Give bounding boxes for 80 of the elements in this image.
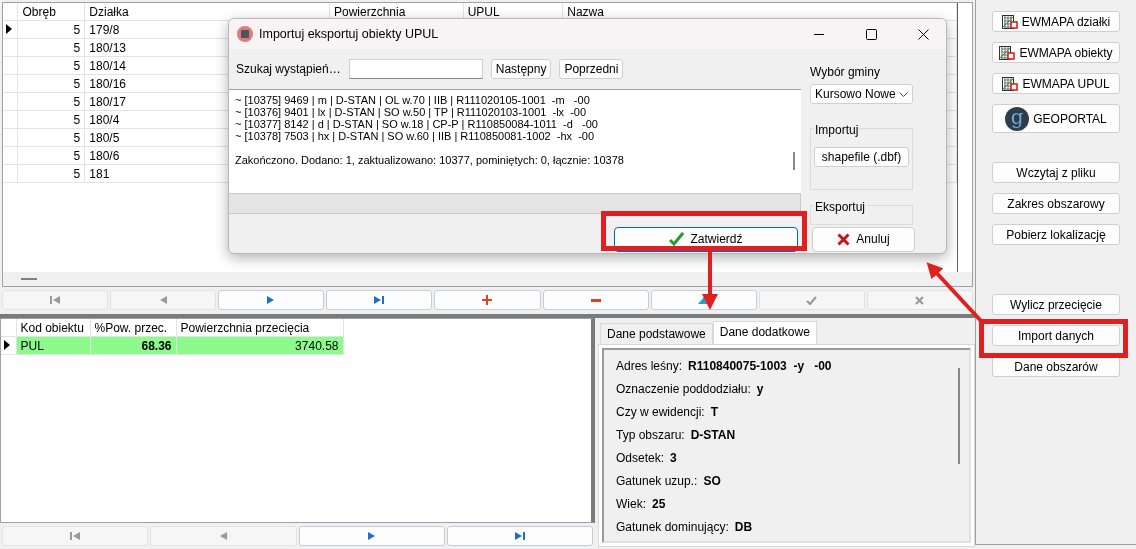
arrow [702,250,718,310]
field-value: R110840075-1003 -y -00 [688,358,832,373]
checkmark-icon [669,232,685,246]
side-button[interactable]: EWMAPA działki [992,11,1120,32]
field-label: Typ obszaru: [616,427,685,442]
last-record-button[interactable] [326,290,433,310]
import-shapefile-button[interactable]: shapefile (.dbf) [814,147,909,167]
side-button[interactable]: Wylicz przecięcie [992,294,1120,315]
minus-icon [590,298,601,302]
side-button[interactable]: Zakres obszarowy [992,193,1120,214]
triangle-icon [697,296,710,304]
edit-record-button[interactable] [650,290,757,310]
side-button[interactable]: g GEOPORTAL [992,104,1120,133]
column-header[interactable]: Kod obiektu [16,319,90,337]
field-label: Odsetek: [616,450,665,465]
tab[interactable]: Dane podstawowe [600,323,713,344]
field-value: T [710,404,719,419]
column-header[interactable]: %Pow. przec. [90,319,176,337]
column-header[interactable]: Powierzchnia przecięcia [176,319,343,337]
field-label: Oznaczenie poddodziału: [616,381,751,396]
map-grid-icon [999,45,1016,60]
previous-record-icon [159,295,168,305]
field-label: Gatunek uzup.: [616,473,698,488]
tab[interactable]: Dane dodatkowe [712,321,817,344]
current-row-icon [4,339,10,350]
scrollbar-thumb[interactable] [21,278,37,280]
field-value: y [756,381,764,396]
current-row-icon [6,23,12,34]
field-value: SO [703,473,721,488]
last-record-button[interactable] [446,526,593,546]
last-record-icon [374,295,385,305]
plus-icon [482,295,493,305]
close-icon [917,28,929,40]
field-label: Adres leśny: [616,358,683,373]
side-button[interactable]: Dane obszarów [992,356,1120,377]
previous-record-icon [219,531,228,541]
field-label: Gatunek dominujący: [616,519,729,534]
field-value: D-STAN [690,427,736,442]
next-record-icon [367,531,376,541]
search-nav-button[interactable]: Poprzedni [559,59,624,79]
group-title: Eksportuj [814,200,867,214]
side-button[interactable]: Import danych [992,325,1120,346]
field-label: Czy w ewidencji: [616,404,705,419]
field-value: DB [734,519,753,534]
maximize-icon [865,28,877,40]
municipality-label: Wybór gminy [810,65,881,79]
checkmark-icon [806,295,818,305]
cancel-button[interactable]: Anuluj [812,226,915,252]
arrow [926,262,984,324]
side-button[interactable]: Pobierz lokalizację [992,224,1120,245]
side-button[interactable]: EWMAPA obiekty [992,42,1120,63]
close-icon [915,295,925,305]
app-icon [237,26,253,42]
group-title: Importuj [814,123,860,137]
chevron-down-icon [899,91,908,97]
globe-logo-icon: g [1005,106,1030,131]
field-value: 25 [652,496,666,511]
row-indicator[interactable] [1,336,16,355]
scrollbar-thumb[interactable] [958,368,960,464]
add-record-button[interactable] [434,290,541,310]
search-nav-button[interactable]: Następny [490,59,552,79]
row-indicator[interactable] [3,20,18,39]
search-field[interactable] [348,59,483,79]
close-icon [837,232,851,246]
field-value: 3 [670,450,677,465]
side-button[interactable]: Wczytaj z pliku [992,162,1120,183]
last-record-icon [514,531,525,541]
side-button[interactable]: EWMAPA UPUL [992,73,1120,94]
next-record-button[interactable] [218,290,325,310]
next-record-icon [267,295,276,305]
first-record-icon [70,531,81,541]
field-label: Wiek: [616,496,646,511]
municipality-dropdown[interactable]: Kursowo Nowe [810,84,913,104]
next-record-button[interactable] [298,526,445,546]
column-header[interactable]: Obręb [17,3,85,21]
scrollbar-thumb[interactable] [793,152,795,170]
map-grid-icon [1001,14,1018,29]
map-grid-icon [1002,76,1019,91]
first-record-icon [50,295,61,305]
minimize-icon [814,33,824,35]
